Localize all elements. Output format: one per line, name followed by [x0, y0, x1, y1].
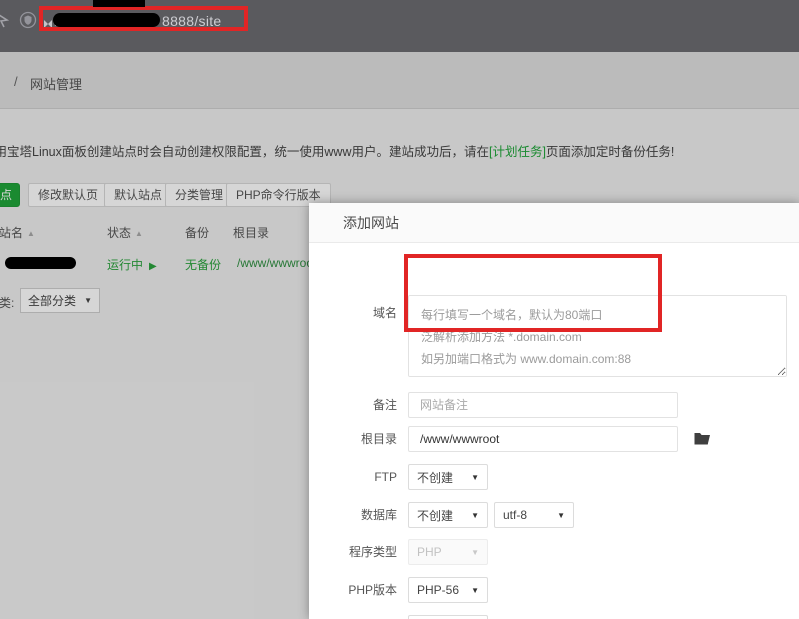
- dialog-title: 添加网站: [309, 203, 799, 243]
- domain-label: 域名: [309, 300, 397, 326]
- folder-icon[interactable]: [694, 431, 711, 450]
- caret-down-icon: ▼: [471, 586, 479, 595]
- php-version-value: PHP-56: [417, 583, 459, 597]
- program-type-select: PHP ▼: [408, 539, 488, 565]
- cursor-arrow-icon: [0, 11, 9, 34]
- database-controls: 不创建 ▼ utf-8 ▼: [408, 502, 574, 528]
- site-category-select[interactable]: 默认分类 ▼: [408, 615, 488, 619]
- note-input[interactable]: [408, 392, 678, 418]
- program-type-label: 程序类型: [309, 539, 397, 565]
- database-select[interactable]: 不创建 ▼: [408, 502, 488, 528]
- screen: http:// 8888/site / 网站管理 使用宝塔Linux面板创建站点…: [0, 0, 799, 619]
- root-dir-label: 根目录: [309, 426, 397, 452]
- database-select-value: 不创建: [417, 507, 453, 524]
- ftp-label: FTP: [309, 464, 397, 490]
- tab-censor-bar: [93, 0, 145, 7]
- caret-down-icon: ▼: [471, 548, 479, 557]
- root-dir-input[interactable]: [408, 426, 678, 452]
- caret-down-icon: ▼: [471, 473, 479, 482]
- php-version-select[interactable]: PHP-56 ▼: [408, 577, 488, 603]
- url-censor-bar: [53, 13, 160, 27]
- charset-select[interactable]: utf-8 ▼: [494, 502, 574, 528]
- database-label: 数据库: [309, 502, 397, 528]
- shield-icon[interactable]: [19, 11, 37, 34]
- charset-select-value: utf-8: [503, 508, 527, 522]
- php-version-label: PHP版本: [309, 577, 397, 603]
- caret-down-icon: ▼: [557, 511, 565, 520]
- ftp-select[interactable]: 不创建 ▼: [408, 464, 488, 490]
- ftp-select-value: 不创建: [417, 469, 453, 486]
- caret-down-icon: ▼: [471, 511, 479, 520]
- annotation-box-domain-placeholder: [404, 254, 662, 332]
- note-label: 备注: [309, 392, 397, 418]
- program-type-value: PHP: [417, 545, 442, 559]
- site-category-label: 网站分类: [309, 615, 397, 619]
